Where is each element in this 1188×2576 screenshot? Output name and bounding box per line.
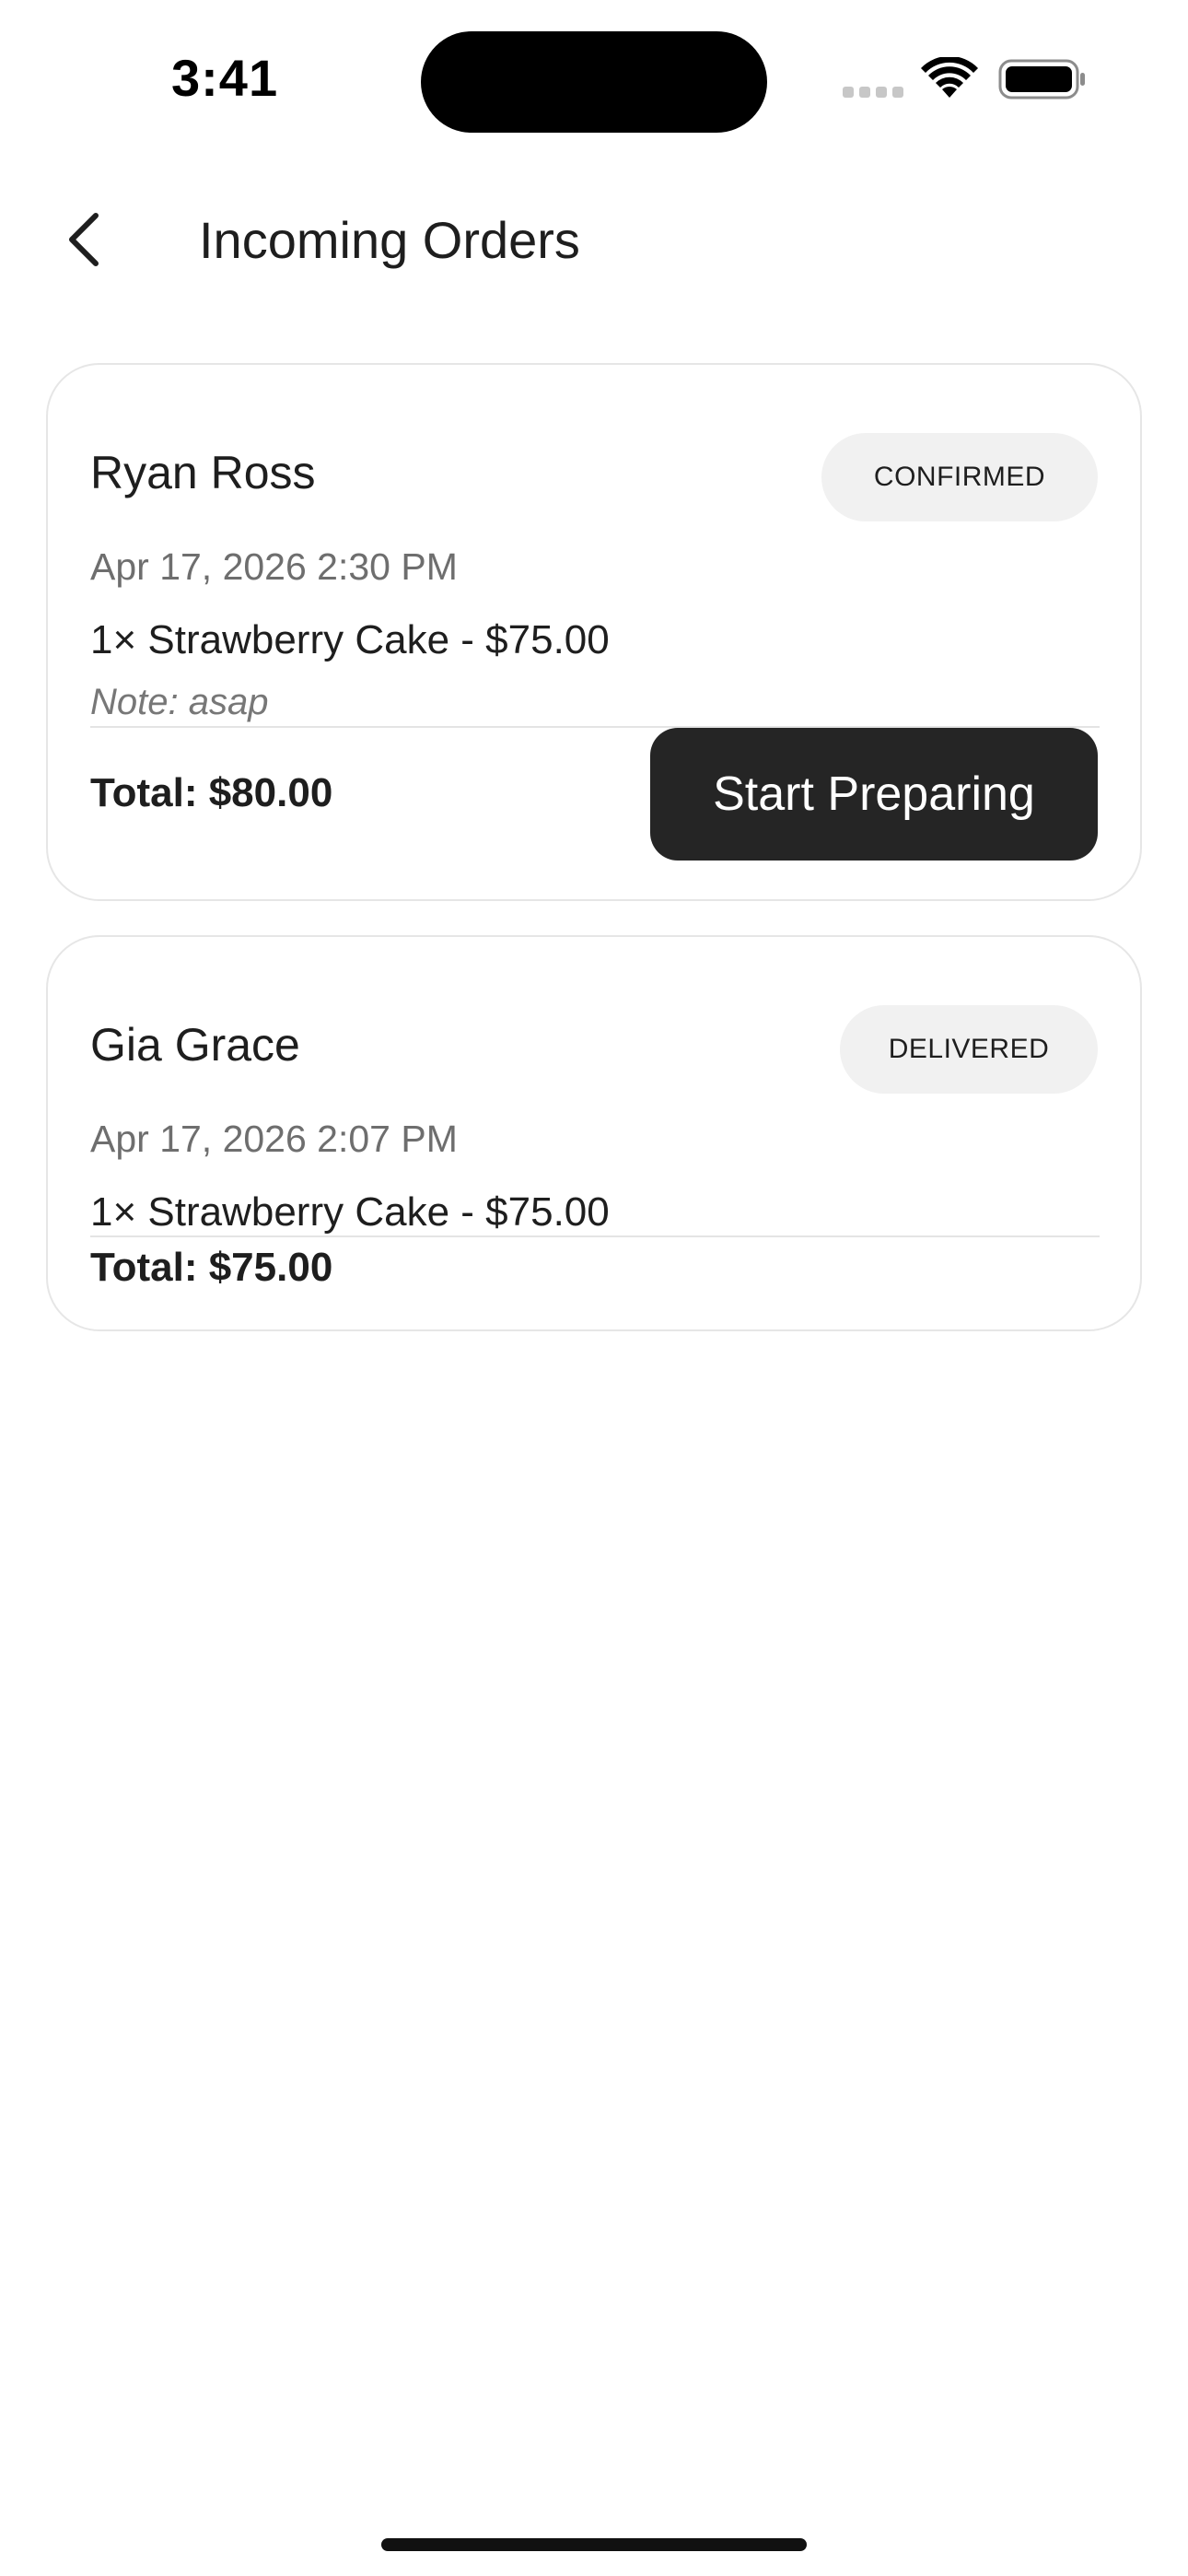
order-item: 1× Strawberry Cake - $75.00: [90, 1189, 610, 1235]
dynamic-island: [421, 31, 767, 133]
wifi-icon: [921, 57, 978, 98]
start-preparing-button[interactable]: Start Preparing: [650, 728, 1098, 861]
divider: [90, 1235, 1100, 1237]
customer-name: Gia Grace: [90, 1019, 300, 1071]
page-title: Incoming Orders: [199, 211, 580, 269]
back-button[interactable]: [46, 203, 120, 276]
cellular-signal-icon: [843, 87, 903, 98]
order-date: Apr 17, 2026 2:30 PM: [90, 545, 458, 588]
order-card: Gia Grace DELIVERED Apr 17, 2026 2:07 PM…: [46, 935, 1142, 1331]
chevron-left-icon: [69, 213, 99, 266]
order-total: Total: $80.00: [90, 770, 333, 815]
order-total: Total: $75.00: [90, 1245, 333, 1290]
home-indicator[interactable]: [381, 2538, 807, 2551]
order-note: Note: asap: [90, 682, 269, 722]
customer-name: Ryan Ross: [90, 447, 316, 498]
order-card: Ryan Ross CONFIRMED Apr 17, 2026 2:30 PM…: [46, 363, 1142, 901]
battery-icon: [998, 59, 1085, 100]
header: Incoming Orders: [0, 184, 1188, 304]
status-badge: CONFIRMED: [821, 433, 1098, 521]
status-time: 3:41: [171, 49, 279, 107]
order-item: 1× Strawberry Cake - $75.00: [90, 617, 610, 662]
status-badge: DELIVERED: [840, 1005, 1098, 1094]
order-date: Apr 17, 2026 2:07 PM: [90, 1118, 458, 1160]
status-bar: 3:41: [0, 0, 1188, 157]
